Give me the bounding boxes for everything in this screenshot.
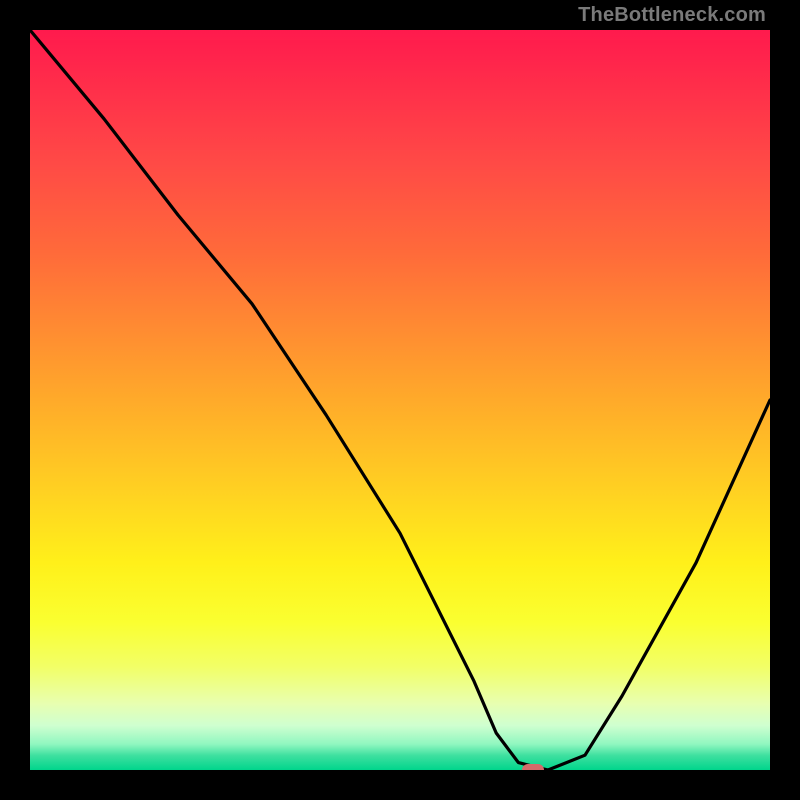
plot-area [30, 30, 770, 770]
watermark-text: TheBottleneck.com [578, 4, 766, 27]
curve-path [30, 30, 770, 770]
optimal-marker [522, 764, 544, 770]
bottleneck-curve [30, 30, 770, 770]
chart-frame: TheBottleneck.com [0, 0, 800, 800]
